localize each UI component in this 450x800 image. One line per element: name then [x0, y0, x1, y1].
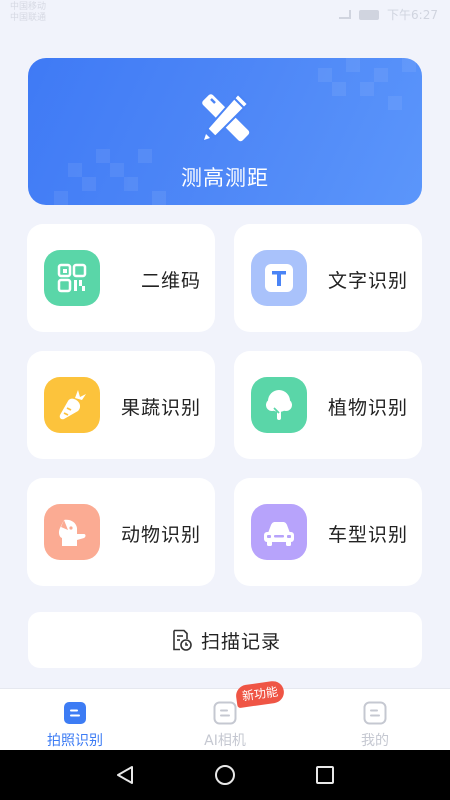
hero-title: 测高测距	[181, 166, 269, 190]
photo-recognize-icon	[64, 702, 86, 724]
animal-recognition-label: 动物识别	[120, 524, 201, 546]
tab-ai-camera-label: AI相机	[204, 733, 246, 749]
plant-recognition-card[interactable]: 植物识别	[234, 351, 422, 459]
plant-recognition-label: 植物识别	[327, 397, 408, 419]
text-recognition-label: 文字识别	[327, 270, 408, 292]
tree-icon	[251, 377, 307, 433]
animal-recognition-card[interactable]: 动物识别	[27, 478, 215, 586]
system-navigation-bar	[0, 750, 450, 800]
battery-icon	[359, 9, 380, 20]
tab-photo-recognize-label: 拍照识别	[47, 733, 103, 749]
qr-code-card[interactable]: 二维码	[27, 224, 215, 332]
tab-profile[interactable]: 我的	[300, 689, 450, 751]
qr-code-icon	[44, 250, 100, 306]
carrier-line-2: 中国联通	[10, 13, 47, 23]
status-icons: 下午6:27	[339, 6, 438, 23]
tab-profile-label: 我的	[361, 733, 389, 749]
profile-icon	[363, 701, 387, 725]
ai-camera-icon	[213, 701, 237, 725]
fruit-vegetable-card[interactable]: 果蔬识别	[27, 351, 215, 459]
recents-square-icon[interactable]	[313, 763, 337, 787]
car-icon	[251, 504, 307, 560]
status-time: 下午6:27	[387, 8, 438, 22]
scan-records-button[interactable]: 扫描记录	[28, 612, 422, 668]
car-recognition-card[interactable]: 车型识别	[234, 478, 422, 586]
bottom-tab-bar: 拍照识别 AI相机 我的 新功能	[0, 679, 450, 751]
scan-records-label: 扫描记录	[200, 630, 281, 653]
back-triangle-icon[interactable]	[113, 763, 137, 787]
status-bar: 中国移动 中国联通 下午6:27	[0, 0, 450, 28]
text-t-icon	[251, 250, 307, 306]
pencil-ruler-icon	[202, 92, 250, 142]
qr-code-label: 二维码	[140, 270, 201, 292]
home-circle-icon[interactable]	[213, 763, 237, 787]
dog-icon	[44, 504, 100, 560]
measure-height-distance-card[interactable]: 测高测距	[28, 58, 422, 205]
fruit-vegetable-label: 果蔬识别	[120, 397, 201, 419]
signal-icon	[339, 10, 352, 19]
carrier-info: 中国移动 中国联通	[10, 2, 46, 24]
car-recognition-label: 车型识别	[327, 524, 408, 546]
tab-photo-recognize[interactable]: 拍照识别	[0, 689, 150, 751]
document-clock-icon	[173, 629, 192, 651]
carrier-line-1: 中国移动	[10, 2, 47, 12]
text-recognition-card[interactable]: 文字识别	[234, 224, 422, 332]
carrot-icon	[44, 377, 100, 433]
